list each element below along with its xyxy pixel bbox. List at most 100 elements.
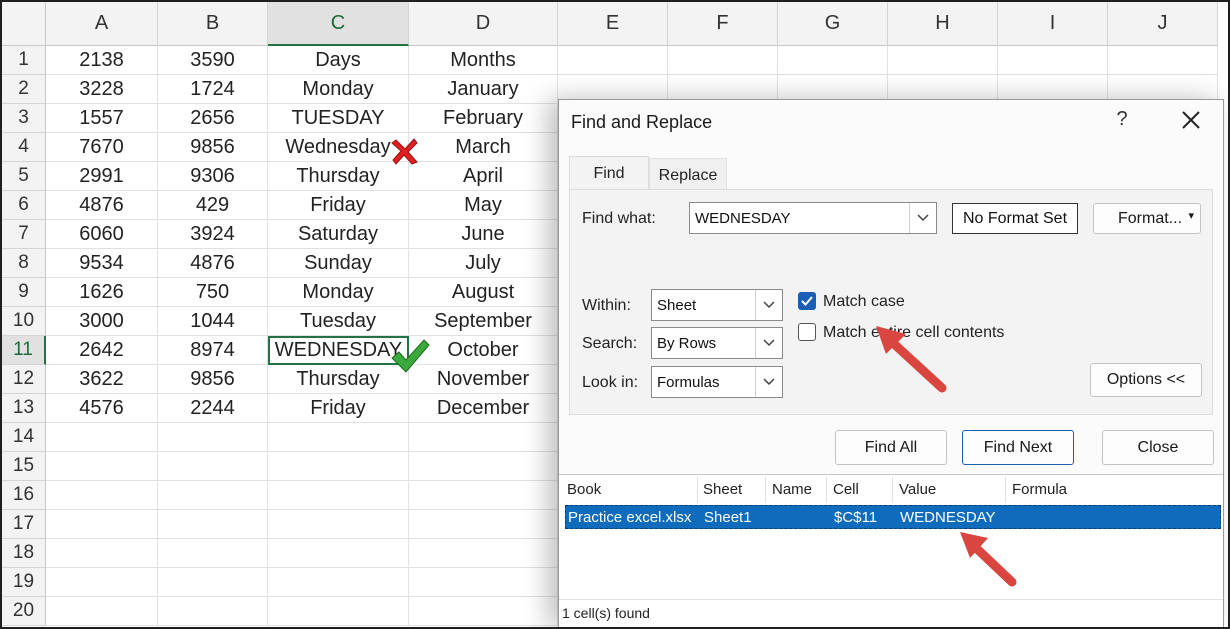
column-header-d[interactable]: D — [409, 2, 558, 46]
find-what-input[interactable]: WEDNESDAY — [689, 202, 937, 234]
cell-c19[interactable] — [268, 568, 409, 597]
cell-d12[interactable]: November — [409, 365, 558, 394]
row-header-16[interactable]: 16 — [2, 481, 46, 510]
cell-c20[interactable] — [268, 597, 409, 626]
column-header-j[interactable]: J — [1108, 2, 1218, 46]
cell-d11[interactable]: October — [409, 336, 558, 365]
row-header-1[interactable]: 1 — [2, 46, 46, 75]
cell-h1[interactable] — [888, 46, 998, 75]
cell-a19[interactable] — [46, 568, 158, 597]
row-header-10[interactable]: 10 — [2, 307, 46, 336]
results-list[interactable]: Book Sheet Name Cell Value Formula Pract… — [559, 474, 1223, 627]
cell-d20[interactable] — [409, 597, 558, 626]
column-header-b[interactable]: B — [158, 2, 268, 46]
cell-d5[interactable]: April — [409, 162, 558, 191]
results-header-sheet[interactable]: Sheet — [703, 481, 742, 503]
cell-c8[interactable]: Sunday — [268, 249, 409, 278]
row-header-6[interactable]: 6 — [2, 191, 46, 220]
cell-b7[interactable]: 3924 — [158, 220, 268, 249]
row-header-3[interactable]: 3 — [2, 104, 46, 133]
cell-d4[interactable]: March — [409, 133, 558, 162]
row-header-13[interactable]: 13 — [2, 394, 46, 423]
row-header-20[interactable]: 20 — [2, 597, 46, 626]
cell-d7[interactable]: June — [409, 220, 558, 249]
cell-b10[interactable]: 1044 — [158, 307, 268, 336]
cell-b1[interactable]: 3590 — [158, 46, 268, 75]
match-case-label[interactable]: Match case — [823, 293, 905, 311]
results-header-cell[interactable]: Cell — [833, 481, 859, 503]
cell-d8[interactable]: July — [409, 249, 558, 278]
row-header-14[interactable]: 14 — [2, 423, 46, 452]
cell-a8[interactable]: 9534 — [46, 249, 158, 278]
cell-d2[interactable]: January — [409, 75, 558, 104]
row-header-15[interactable]: 15 — [2, 452, 46, 481]
cell-c16[interactable] — [268, 481, 409, 510]
cell-b15[interactable] — [158, 452, 268, 481]
cell-a15[interactable] — [46, 452, 158, 481]
cell-b18[interactable] — [158, 539, 268, 568]
row-header-4[interactable]: 4 — [2, 133, 46, 162]
cell-c18[interactable] — [268, 539, 409, 568]
cell-b12[interactable]: 9856 — [158, 365, 268, 394]
cell-a18[interactable] — [46, 539, 158, 568]
cell-b2[interactable]: 1724 — [158, 75, 268, 104]
find-all-button[interactable]: Find All — [835, 430, 947, 465]
cell-i1[interactable] — [998, 46, 1108, 75]
cell-a16[interactable] — [46, 481, 158, 510]
cell-b5[interactable]: 9306 — [158, 162, 268, 191]
cell-b13[interactable]: 2244 — [158, 394, 268, 423]
cell-a2[interactable]: 3228 — [46, 75, 158, 104]
cell-c12[interactable]: Thursday — [268, 365, 409, 394]
cell-c10[interactable]: Tuesday — [268, 307, 409, 336]
cell-c2[interactable]: Monday — [268, 75, 409, 104]
active-cell[interactable]: WEDNESDAY — [268, 336, 409, 365]
cell-c4[interactable]: Wednesday — [268, 133, 409, 162]
cell-a12[interactable]: 3622 — [46, 365, 158, 394]
column-header-i[interactable]: I — [998, 2, 1108, 46]
cell-b6[interactable]: 429 — [158, 191, 268, 220]
cell-d19[interactable] — [409, 568, 558, 597]
row-header-5[interactable]: 5 — [2, 162, 46, 191]
column-header-f[interactable]: F — [668, 2, 778, 46]
cell-b9[interactable]: 750 — [158, 278, 268, 307]
results-header-value[interactable]: Value — [899, 481, 936, 503]
cell-d3[interactable]: February — [409, 104, 558, 133]
tab-find[interactable]: Find — [569, 156, 649, 190]
column-header-g[interactable]: G — [778, 2, 888, 46]
cell-b14[interactable] — [158, 423, 268, 452]
help-button[interactable]: ? — [1112, 108, 1132, 131]
cell-c14[interactable] — [268, 423, 409, 452]
cell-d17[interactable] — [409, 510, 558, 539]
cell-c9[interactable]: Monday — [268, 278, 409, 307]
row-header-19[interactable]: 19 — [2, 568, 46, 597]
cell-d13[interactable]: December — [409, 394, 558, 423]
row-header-9[interactable]: 9 — [2, 278, 46, 307]
cell-d18[interactable] — [409, 539, 558, 568]
within-dropdown[interactable] — [755, 290, 782, 320]
cell-g1[interactable] — [778, 46, 888, 75]
column-header-h[interactable]: H — [888, 2, 998, 46]
cell-d15[interactable] — [409, 452, 558, 481]
search-dropdown[interactable] — [755, 328, 782, 358]
close-button[interactable]: Close — [1102, 430, 1214, 465]
lookin-select[interactable]: Formulas — [651, 366, 783, 398]
cell-b3[interactable]: 2656 — [158, 104, 268, 133]
match-entire-checkbox[interactable] — [798, 323, 816, 341]
tab-replace[interactable]: Replace — [649, 158, 727, 192]
cell-d10[interactable]: September — [409, 307, 558, 336]
cell-c13[interactable]: Friday — [268, 394, 409, 423]
cell-e1[interactable] — [558, 46, 668, 75]
cell-c5[interactable]: Thursday — [268, 162, 409, 191]
cell-a20[interactable] — [46, 597, 158, 626]
row-header-8[interactable]: 8 — [2, 249, 46, 278]
format-button[interactable]: Format... ▾ — [1093, 203, 1201, 234]
results-header-book[interactable]: Book — [567, 481, 601, 503]
cell-a13[interactable]: 4576 — [46, 394, 158, 423]
cell-f1[interactable] — [668, 46, 778, 75]
column-header-c[interactable]: C — [268, 2, 409, 46]
results-header-name[interactable]: Name — [772, 481, 812, 503]
cell-c17[interactable] — [268, 510, 409, 539]
cell-b16[interactable] — [158, 481, 268, 510]
cell-c3[interactable]: TUESDAY — [268, 104, 409, 133]
row-header-17[interactable]: 17 — [2, 510, 46, 539]
